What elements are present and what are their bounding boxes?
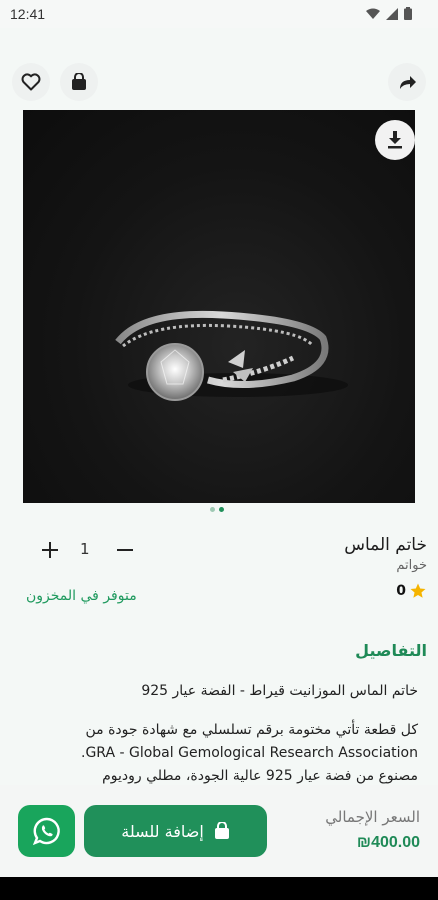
cart-button[interactable] [60,63,98,101]
status-icons [366,7,412,20]
add-to-cart-label: إضافة للسلة [121,821,204,841]
details-heading: التفاصيل [355,641,427,660]
rating-value: 0 [396,583,406,599]
battery-icon [404,7,412,20]
product-image[interactable] [23,110,415,503]
minus-icon [117,549,133,551]
system-navigation-bar [0,877,438,900]
pager-dot[interactable] [210,507,215,512]
wishlist-button[interactable] [12,63,50,101]
stock-status: متوفر في المخزون [26,588,137,604]
share-button[interactable] [388,63,426,101]
wifi-icon [366,8,380,19]
quantity-increase-button[interactable] [35,535,65,565]
plus-icon [42,542,58,558]
status-bar: 12:41 [0,0,438,28]
description-line: GRA - Global Gemological Research Associ… [81,745,418,761]
heart-icon [21,73,41,91]
status-time: 12:41 [10,6,46,22]
shopping-bag-icon [214,822,229,839]
whatsapp-button[interactable] [18,805,75,857]
download-icon [388,131,402,149]
product-category[interactable]: خواتم [396,558,427,573]
product-rating: 0 [396,582,427,600]
product-title: خاتم الماس [344,535,427,555]
add-to-cart-button[interactable]: إضافة للسلة [84,805,267,857]
description-line: كل قطعة تأتي مختومة برقم تسلسلي مع شهادة… [85,722,418,738]
whatsapp-icon [32,817,60,846]
image-pager [210,507,224,512]
description-line: مصنوع من فضة عيار 925 عالية الجودة، مطلي… [102,768,418,784]
star-icon [410,583,426,598]
ring-illustration [115,310,348,401]
pager-dot-active[interactable] [219,507,224,512]
total-price-value: ₪400.00 [356,834,420,851]
signal-icon [386,7,398,20]
quantity-value: 1 [80,540,90,558]
description-line: خاتم الماس الموزانيت قيراط - الفضة عيار … [141,683,418,699]
share-arrow-icon [400,76,416,89]
total-price-label: السعر الإجمالي [325,808,420,826]
shopping-bag-icon [72,73,86,90]
download-button[interactable] [375,120,415,160]
quantity-decrease-button[interactable] [110,535,140,565]
